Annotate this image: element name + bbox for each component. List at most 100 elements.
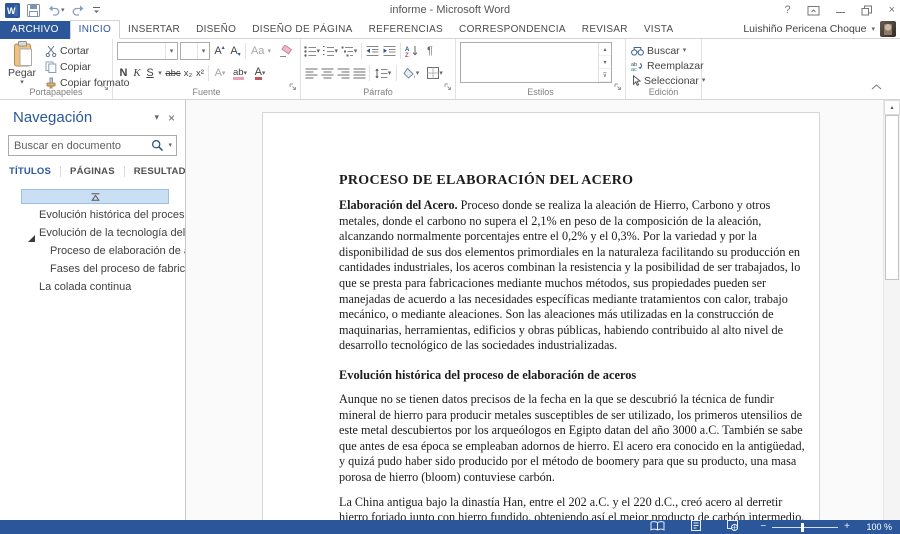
fuente-dialog-launcher[interactable] bbox=[289, 78, 297, 96]
justify-button[interactable] bbox=[352, 64, 367, 82]
superscript-button[interactable]: x² bbox=[193, 64, 207, 82]
multilevel-list-button[interactable]: ▾ bbox=[340, 42, 358, 60]
highlight-color-button[interactable]: ab ▾ bbox=[230, 64, 250, 82]
view-shortcuts bbox=[650, 518, 739, 534]
user-avatar[interactable] bbox=[880, 21, 896, 37]
collapse-triangle-icon[interactable] bbox=[28, 230, 35, 242]
nav-tab-paginas[interactable]: PÁGINAS bbox=[61, 166, 125, 177]
user-dropdown-icon[interactable]: ▾ bbox=[871, 26, 875, 33]
tab-insertar[interactable]: INSERTAR bbox=[120, 21, 188, 38]
styles-more-icon[interactable]: ⊽ bbox=[599, 69, 611, 82]
sort-icon: AZ bbox=[405, 46, 418, 57]
sort-button[interactable]: AZ bbox=[404, 42, 420, 60]
redo-button[interactable] bbox=[72, 4, 85, 16]
decrease-indent-button[interactable] bbox=[365, 42, 380, 60]
qat-customize-button[interactable] bbox=[92, 5, 101, 15]
zoom-slider[interactable] bbox=[772, 522, 839, 532]
undo-dropdown-icon[interactable]: ▾ bbox=[61, 7, 65, 14]
minimize-button[interactable] bbox=[835, 7, 845, 13]
tab-revisar[interactable]: REVISAR bbox=[574, 21, 636, 38]
line-spacing-button[interactable]: ▾ bbox=[373, 64, 393, 82]
close-button[interactable]: × bbox=[889, 4, 895, 16]
zoom-out-button[interactable]: − bbox=[760, 522, 766, 532]
navigation-close-icon[interactable]: × bbox=[168, 111, 175, 125]
zoom-slider-thumb[interactable] bbox=[801, 522, 805, 532]
numbering-button[interactable]: ▾ bbox=[322, 42, 338, 60]
replace-button[interactable]: ab ac Reemplazar bbox=[631, 58, 704, 73]
bullets-button[interactable]: ▾ bbox=[304, 42, 320, 60]
scrollbar-thumb[interactable] bbox=[885, 115, 899, 280]
find-button[interactable]: Buscar ▾ bbox=[631, 43, 686, 58]
binoculars-icon bbox=[631, 46, 644, 56]
parrafo-dialog-launcher[interactable] bbox=[444, 78, 452, 96]
paste-dropdown-icon[interactable]: ▾ bbox=[20, 79, 24, 86]
tab-inicio[interactable]: INICIO bbox=[69, 20, 121, 39]
search-icon[interactable] bbox=[148, 139, 167, 152]
styles-scroll-up-icon[interactable]: ▴ bbox=[599, 43, 611, 56]
tab-diseno[interactable]: DISEÑO bbox=[188, 21, 244, 38]
nav-heading-item[interactable]: Proceso de elaboración de ace... bbox=[0, 242, 185, 260]
print-layout-icon[interactable] bbox=[691, 518, 702, 534]
cut-button[interactable]: Cortar bbox=[45, 43, 89, 58]
shading-button[interactable]: ▾ bbox=[400, 64, 422, 82]
grow-font-button[interactable]: A ▴ bbox=[212, 42, 227, 60]
nav-heading-item[interactable]: La colada continua bbox=[0, 278, 185, 296]
restore-button[interactable] bbox=[861, 5, 873, 16]
align-left-button[interactable] bbox=[304, 64, 319, 82]
zoom-in-button[interactable]: + bbox=[844, 522, 850, 532]
styles-scroll-down-icon[interactable]: ▾ bbox=[599, 56, 611, 69]
ribbon-display-options-button[interactable] bbox=[807, 4, 820, 16]
increase-indent-button[interactable] bbox=[382, 42, 397, 60]
document-page[interactable]: PROCESO DE ELABORACIÓN DEL ACERO Elabora… bbox=[262, 112, 820, 520]
font-size-dropdown-icon[interactable]: ▾ bbox=[202, 48, 206, 55]
search-dropdown-icon[interactable]: ▾ bbox=[167, 142, 176, 149]
align-center-button[interactable] bbox=[320, 64, 335, 82]
read-mode-icon[interactable] bbox=[650, 518, 665, 534]
nav-tab-titulos[interactable]: TÍTULOS bbox=[9, 166, 62, 177]
font-color-button[interactable]: A ▾ bbox=[251, 64, 269, 82]
clear-formatting-button[interactable] bbox=[278, 42, 294, 60]
undo-button[interactable]: ▾ bbox=[47, 4, 65, 16]
user-account[interactable]: Luishiño Pericena Choque ▾ bbox=[743, 21, 896, 37]
copy-button[interactable]: Copiar bbox=[45, 59, 91, 74]
nav-heading-item[interactable]: Evolución de la tecnología del pr... bbox=[0, 224, 185, 242]
font-size-combo[interactable]: ▾ bbox=[180, 42, 210, 60]
nav-heading-item[interactable]: Evolución histórica del proceso d... bbox=[0, 206, 185, 224]
collapse-ribbon-button[interactable] bbox=[871, 77, 882, 95]
help-button[interactable]: ? bbox=[784, 4, 790, 16]
tab-archivo[interactable]: ARCHIVO bbox=[0, 21, 70, 39]
scroll-up-icon[interactable]: ▴ bbox=[884, 100, 900, 115]
vertical-scrollbar[interactable]: ▴ bbox=[883, 100, 900, 520]
shrink-font-button[interactable]: A ▾ bbox=[228, 42, 243, 60]
tab-correspondencia[interactable]: CORRESPONDENCIA bbox=[451, 21, 574, 38]
borders-button[interactable]: ▾ bbox=[424, 64, 446, 82]
align-right-button[interactable] bbox=[336, 64, 351, 82]
web-layout-icon[interactable] bbox=[727, 518, 739, 534]
font-name-dropdown-icon[interactable]: ▾ bbox=[170, 48, 174, 55]
nav-heading-item-selected[interactable] bbox=[21, 189, 169, 204]
save-button[interactable] bbox=[27, 3, 40, 17]
show-formatting-marks-button[interactable]: ¶ bbox=[423, 42, 437, 60]
change-case-button[interactable]: Aa ▾ bbox=[248, 42, 274, 60]
text-effects-button[interactable]: A ▾ bbox=[211, 64, 229, 82]
select-button[interactable]: Seleccionar ▾ bbox=[631, 73, 705, 88]
navigation-options-icon[interactable]: ▾ bbox=[154, 112, 159, 123]
font-name-combo[interactable]: ▾ bbox=[117, 42, 178, 60]
main-area: Navegación ▾ × Buscar en documento ▾ TÍT… bbox=[0, 100, 900, 520]
search-input[interactable]: Buscar en documento ▾ bbox=[8, 135, 177, 156]
zoom-level[interactable]: 100 % bbox=[860, 522, 892, 532]
tab-referencias[interactable]: REFERENCIAS bbox=[361, 21, 451, 38]
nav-heading-item[interactable]: Fases del proceso de fabricaci... bbox=[0, 260, 185, 278]
tab-diseno-de-pagina[interactable]: DISEÑO DE PÁGINA bbox=[244, 21, 360, 38]
tab-vista[interactable]: VISTA bbox=[636, 21, 682, 38]
underline-button[interactable]: S bbox=[144, 64, 156, 82]
replace-icon: abac bbox=[631, 62, 642, 71]
strikethrough-button[interactable]: abc bbox=[163, 64, 183, 82]
styles-gallery[interactable]: ▴ ▾ ⊽ bbox=[460, 42, 612, 83]
portapapeles-dialog-launcher[interactable] bbox=[101, 78, 109, 96]
bold-button[interactable]: N bbox=[117, 64, 130, 82]
paste-button[interactable]: Pegar ▾ bbox=[2, 41, 42, 86]
italic-button[interactable]: K bbox=[131, 64, 143, 82]
estilos-dialog-launcher[interactable] bbox=[614, 78, 622, 96]
group-fuente: ▾ ▾ A ▴ A ▾ Aa ▾ N K S ▾ abc x₂ x² A ▾ ab ▾ bbox=[113, 39, 301, 99]
